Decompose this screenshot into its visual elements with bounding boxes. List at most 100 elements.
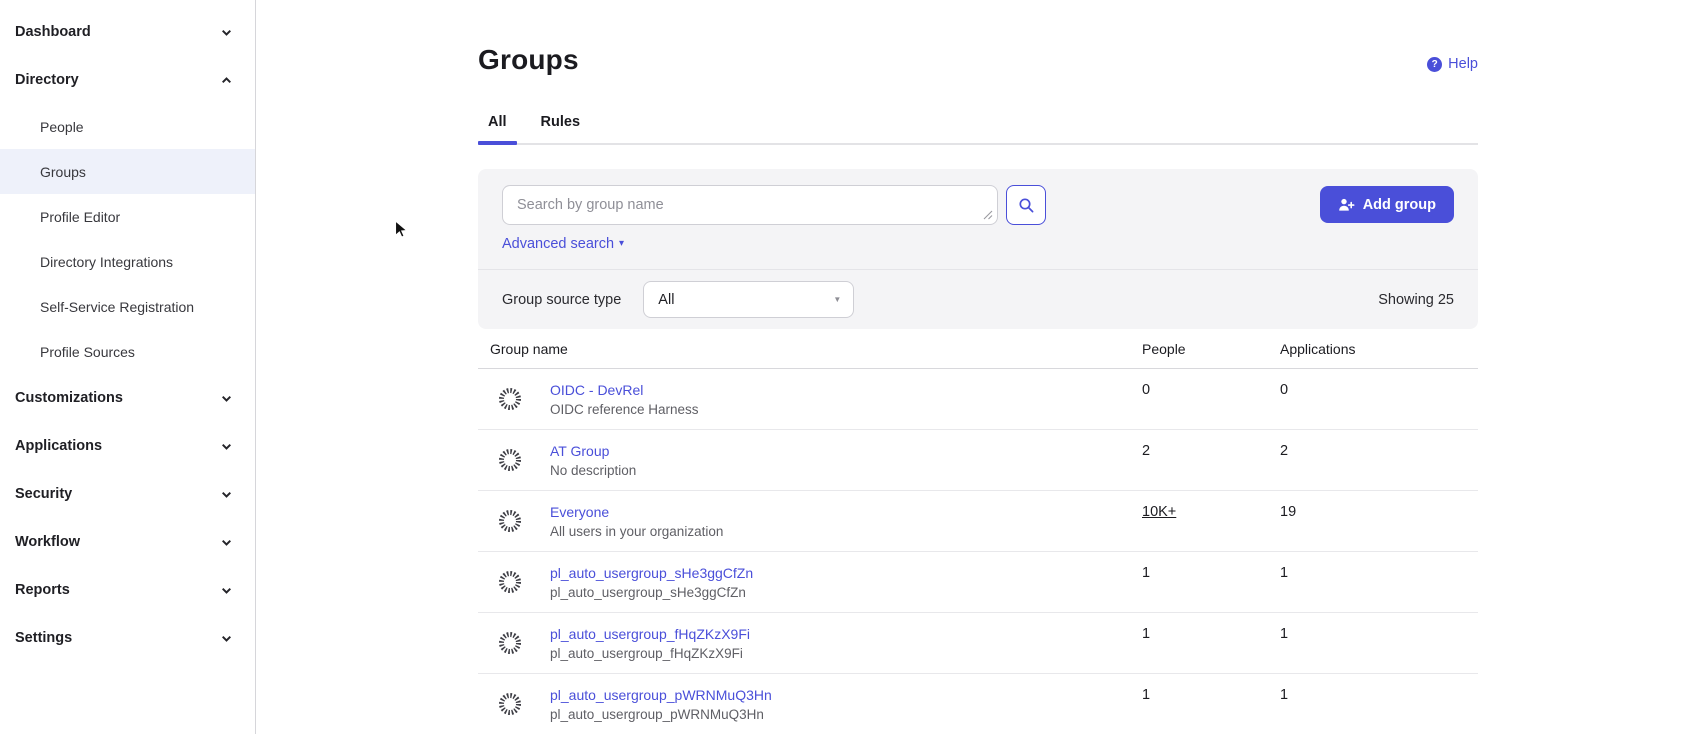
sidebar-section-label: Dashboard xyxy=(15,24,91,40)
column-header-group-name: Group name xyxy=(478,341,1142,357)
resize-handle-icon[interactable] xyxy=(983,210,993,220)
table-row: AT Group No description 2 2 xyxy=(478,430,1478,491)
chevron-up-icon xyxy=(220,74,233,87)
chevron-down-icon xyxy=(220,584,233,597)
group-name-cell: OIDC - DevRel OIDC reference Harness xyxy=(478,369,1142,429)
applications-count: 0 xyxy=(1280,369,1478,429)
search-filter-card: Advanced search ▾ Add group xyxy=(478,169,1478,329)
table-row: Everyone All users in your organization … xyxy=(478,491,1478,552)
group-avatar-icon xyxy=(497,447,523,473)
tab-bar: All Rules xyxy=(478,114,1478,145)
group-avatar-icon xyxy=(497,508,523,534)
page-header: Groups ? Help xyxy=(478,44,1478,76)
help-label: Help xyxy=(1448,56,1478,72)
applications-count: 19 xyxy=(1280,491,1478,551)
table-body: OIDC - DevRel OIDC reference Harness 0 0… xyxy=(478,369,1478,734)
sidebar-item-profile-editor[interactable]: Profile Editor xyxy=(0,194,255,239)
advanced-search-label: Advanced search xyxy=(502,236,614,252)
group-avatar-icon xyxy=(497,691,523,717)
sidebar-item-directory-integrations[interactable]: Directory Integrations xyxy=(0,239,255,284)
group-source-type-select[interactable]: All ▼ xyxy=(643,281,854,318)
people-count: 10K+ xyxy=(1142,491,1280,551)
groups-table: Group namePeopleApplications OIDC - DevR… xyxy=(478,329,1478,734)
sidebar-section-settings[interactable]: Settings xyxy=(0,614,255,662)
add-group-button[interactable]: Add group xyxy=(1320,186,1454,223)
sidebar-item-label: Profile Editor xyxy=(40,209,120,225)
people-count: 2 xyxy=(1142,430,1280,490)
sidebar-item-people[interactable]: People xyxy=(0,104,255,149)
sidebar-section-customizations[interactable]: Customizations xyxy=(0,374,255,422)
sidebar-section-label: Customizations xyxy=(15,390,123,406)
applications-count: 1 xyxy=(1280,613,1478,673)
page-title: Groups xyxy=(478,44,1478,76)
applications-count: 2 xyxy=(1280,430,1478,490)
chevron-down-icon xyxy=(220,440,233,453)
group-name-link[interactable]: pl_auto_usergroup_pWRNMuQ3Hn xyxy=(550,687,772,703)
sidebar-section-reports[interactable]: Reports xyxy=(0,566,255,614)
group-description: All users in your organization xyxy=(550,524,723,539)
group-name-link[interactable]: pl_auto_usergroup_sHe3ggCfZn xyxy=(550,565,753,581)
group-name-link[interactable]: Everyone xyxy=(550,504,723,520)
sidebar-item-label: Directory Integrations xyxy=(40,254,173,270)
people-count: 1 xyxy=(1142,613,1280,673)
sidebar-item-label: Self-Service Registration xyxy=(40,299,194,315)
group-search-input[interactable] xyxy=(502,185,998,225)
sidebar-section-applications[interactable]: Applications xyxy=(0,422,255,470)
tab-label: Rules xyxy=(541,114,581,130)
group-description: pl_auto_usergroup_fHqZKzX9Fi xyxy=(550,646,750,661)
table-row: OIDC - DevRel OIDC reference Harness 0 0 xyxy=(478,369,1478,430)
sidebar-section-label: Applications xyxy=(15,438,102,454)
sidebar-nav: Dashboard Directory People Groups Profil… xyxy=(0,8,255,662)
table-header-row: Group namePeopleApplications xyxy=(478,329,1478,369)
people-count: 0 xyxy=(1142,369,1280,429)
group-avatar-icon xyxy=(497,386,523,412)
table-row: pl_auto_usergroup_sHe3ggCfZn pl_auto_use… xyxy=(478,552,1478,613)
sidebar-item-groups[interactable]: Groups xyxy=(0,149,255,194)
group-name-cell: pl_auto_usergroup_pWRNMuQ3Hn pl_auto_use… xyxy=(478,674,1142,734)
group-name-link[interactable]: OIDC - DevRel xyxy=(550,382,699,398)
chevron-down-icon xyxy=(220,632,233,645)
sidebar-section-security[interactable]: Security xyxy=(0,470,255,518)
group-description: No description xyxy=(550,463,636,478)
add-group-icon xyxy=(1338,197,1355,213)
sidebar: Dashboard Directory People Groups Profil… xyxy=(0,0,256,734)
caret-down-icon: ▾ xyxy=(619,239,624,249)
group-name-link[interactable]: AT Group xyxy=(550,443,636,459)
applications-count: 1 xyxy=(1280,552,1478,612)
sidebar-item-self-service-registration[interactable]: Self-Service Registration xyxy=(0,284,255,329)
group-name-cell: pl_auto_usergroup_fHqZKzX9Fi pl_auto_use… xyxy=(478,613,1142,673)
chevron-down-icon xyxy=(220,26,233,39)
group-description: pl_auto_usergroup_pWRNMuQ3Hn xyxy=(550,707,772,722)
people-count-link[interactable]: 10K+ xyxy=(1142,504,1176,520)
group-name-link[interactable]: pl_auto_usergroup_fHqZKzX9Fi xyxy=(550,626,750,642)
sidebar-section-dashboard[interactable]: Dashboard xyxy=(0,8,255,56)
people-count: 1 xyxy=(1142,674,1280,734)
tab-all[interactable]: All xyxy=(478,114,517,143)
people-count: 1 xyxy=(1142,552,1280,612)
group-name-cell: AT Group No description xyxy=(478,430,1142,490)
table-row: pl_auto_usergroup_pWRNMuQ3Hn pl_auto_use… xyxy=(478,674,1478,734)
search-button[interactable] xyxy=(1006,185,1046,225)
tab-rules[interactable]: Rules xyxy=(531,114,591,143)
main-content: Groups ? Help All Rules xyxy=(257,0,1687,734)
sidebar-section-label: Workflow xyxy=(15,534,80,550)
group-avatar-icon xyxy=(497,630,523,656)
group-source-type-value: All xyxy=(658,292,674,308)
showing-count: Showing 25 xyxy=(1378,292,1454,308)
column-header-people: People xyxy=(1142,341,1280,357)
sidebar-item-label: Profile Sources xyxy=(40,344,135,360)
help-link[interactable]: ? Help xyxy=(1427,56,1478,72)
sidebar-section-workflow[interactable]: Workflow xyxy=(0,518,255,566)
add-group-label: Add group xyxy=(1363,197,1436,213)
group-source-type-label: Group source type xyxy=(502,292,621,308)
help-question-icon: ? xyxy=(1427,57,1442,72)
sidebar-item-profile-sources[interactable]: Profile Sources xyxy=(0,329,255,374)
select-caret-icon: ▼ xyxy=(833,295,841,304)
group-avatar-icon xyxy=(497,569,523,595)
sidebar-section-label: Settings xyxy=(15,630,72,646)
sidebar-section-directory[interactable]: Directory xyxy=(0,56,255,104)
group-description: pl_auto_usergroup_sHe3ggCfZn xyxy=(550,585,753,600)
chevron-down-icon xyxy=(220,392,233,405)
advanced-search-link[interactable]: Advanced search ▾ xyxy=(502,236,624,252)
tab-label: All xyxy=(488,114,507,130)
